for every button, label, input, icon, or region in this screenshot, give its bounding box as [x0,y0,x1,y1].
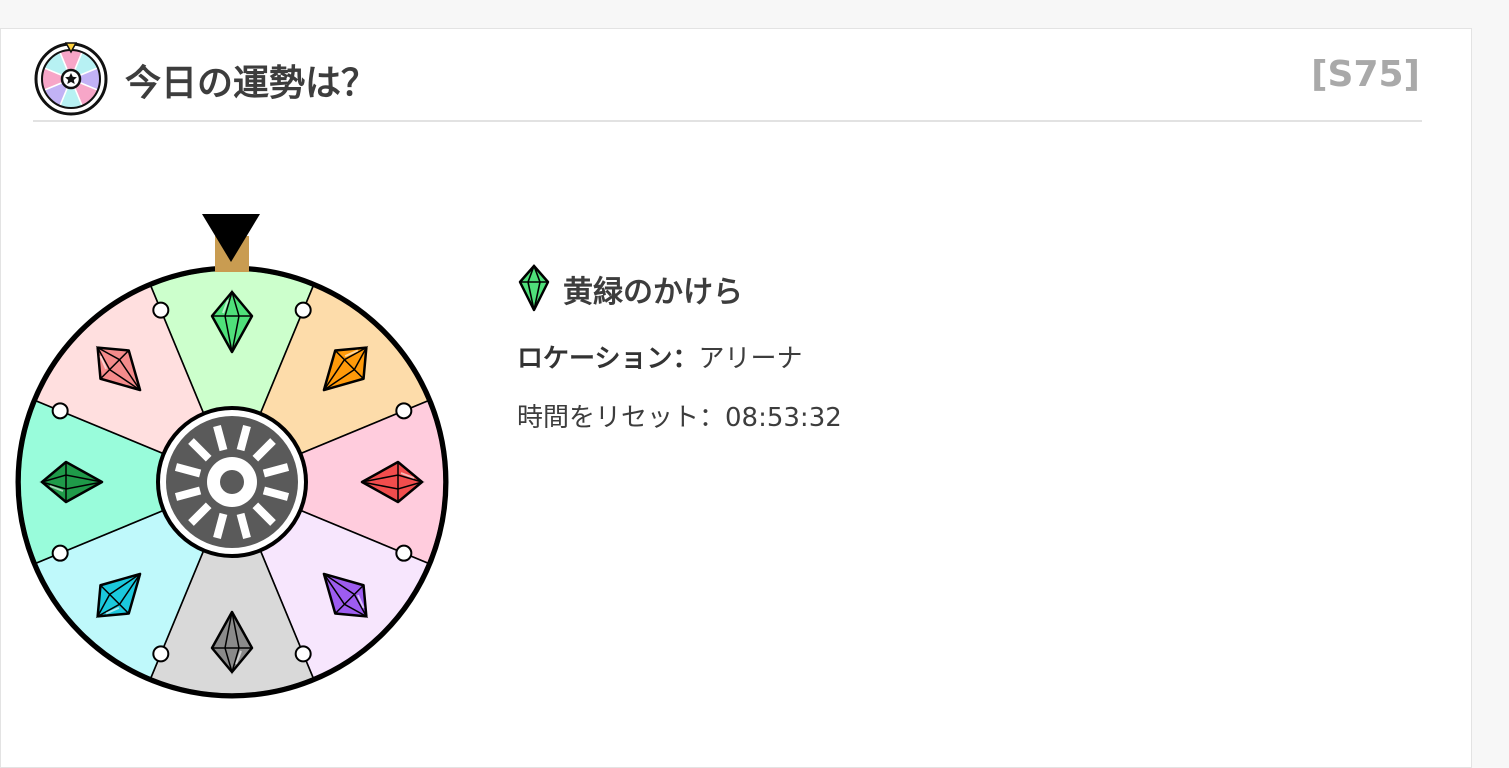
wheel-peg [51,544,69,562]
wheel-peg [152,301,170,319]
wheel-peg [51,402,69,420]
pointer-triangle-icon [202,214,260,272]
green-gem-icon [518,264,550,312]
roulette-wheel-icon [34,42,108,116]
page-title: 今日の運勢は？ [125,63,378,104]
reset-timer: 時間をリセット：08:53:32 [517,403,842,433]
season-label: [S75] [1311,54,1420,95]
wheel-peg [294,301,312,319]
location-line: ロケーション：アリーナ [517,338,1217,375]
wheel-peg [395,544,413,562]
wheel-hub-icon[interactable] [156,406,308,558]
wheel-peg [395,402,413,420]
result-name: 黄緑のかけら [563,275,743,310]
location-value: アリーナ [698,344,803,374]
result-panel: 黄緑のかけら ロケーション：アリーナ 時間をリセット：08:53:32 [517,262,1217,434]
fortune-wheel[interactable] [14,210,450,702]
location-label: ロケーション： [517,344,699,374]
card-header: 今日の運勢は？ [S75] [33,40,1422,122]
wheel-peg [152,645,170,663]
result-row: 黄緑のかけら [517,262,1217,314]
wheel-peg [294,645,312,663]
